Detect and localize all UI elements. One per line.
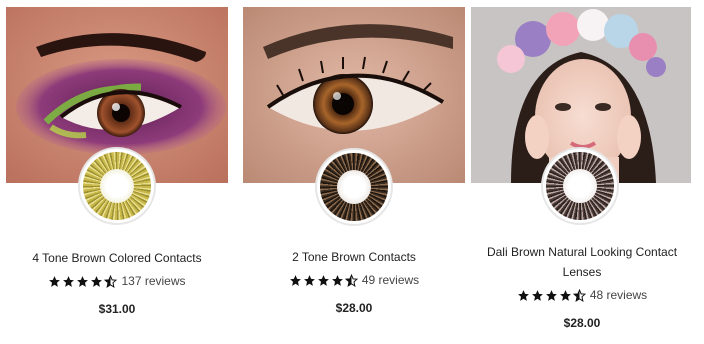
- product-price: $31.00: [98, 302, 136, 316]
- lens-thumbnail: [541, 147, 619, 225]
- product-card[interactable]: 4 Tone Brown Colored Contacts 137 review…: [6, 0, 228, 344]
- product-price: $28.00: [563, 316, 601, 330]
- product-title[interactable]: Dali Brown Natural Looking Contact Lense…: [473, 242, 691, 282]
- star-icon: [559, 289, 571, 301]
- rating-stars: [517, 288, 587, 302]
- star-icon: [91, 275, 103, 287]
- half-star-icon: [572, 288, 586, 302]
- star-icon: [331, 274, 343, 286]
- product-rating: 49 reviews: [243, 273, 465, 287]
- rating-stars: [289, 273, 359, 287]
- star-icon: [49, 275, 61, 287]
- product-title[interactable]: 4 Tone Brown Colored Contacts: [6, 248, 228, 268]
- star-icon: [63, 275, 75, 287]
- rating-stars: [48, 274, 118, 288]
- product-card[interactable]: Dali Brown Natural Looking Contact Lense…: [471, 0, 693, 344]
- star-icon: [289, 274, 301, 286]
- half-star-icon: [344, 273, 358, 287]
- review-count[interactable]: 49 reviews: [362, 273, 419, 287]
- star-icon: [517, 289, 529, 301]
- product-title[interactable]: 2 Tone Brown Contacts: [243, 247, 465, 267]
- star-icon: [77, 275, 89, 287]
- star-icon: [317, 274, 329, 286]
- star-icon: [303, 274, 315, 286]
- review-count[interactable]: 48 reviews: [590, 288, 647, 302]
- star-icon: [545, 289, 557, 301]
- product-rating: 137 reviews: [6, 274, 228, 288]
- lens-thumbnail: [315, 148, 393, 226]
- product-card[interactable]: 2 Tone Brown Contacts 49 reviews $28.00: [243, 0, 465, 344]
- lens-thumbnail: [78, 147, 156, 225]
- star-icon: [531, 289, 543, 301]
- half-star-icon: [104, 274, 118, 288]
- review-count[interactable]: 137 reviews: [121, 274, 185, 288]
- product-rating: 48 reviews: [471, 288, 693, 302]
- product-price: $28.00: [335, 301, 373, 315]
